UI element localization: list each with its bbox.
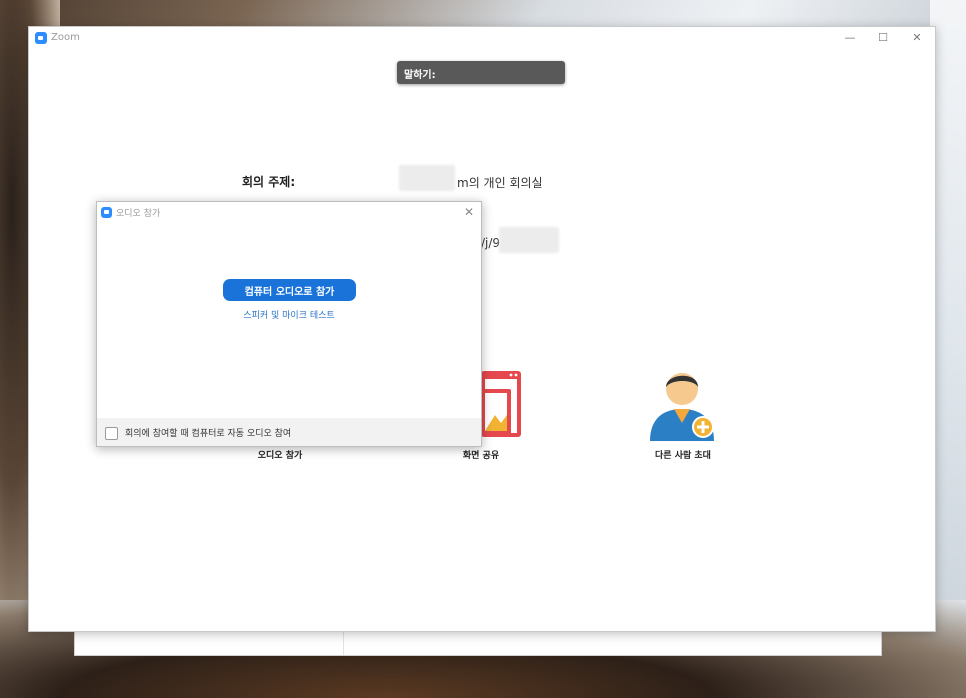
dialog-zoom-logo-icon [101,207,112,218]
invite-person-icon[interactable] [647,365,717,445]
maximize-button[interactable]: ☐ [872,30,894,46]
join-audio-label: 오디오 참가 [257,451,303,461]
title-bar: Zoom — ☐ ✕ [29,27,935,49]
redacted-name [399,165,455,191]
join-audio-dialog: 오디오 참가 ✕ 컴퓨터 오디오로 참가 스피커 및 마이크 테스트 회의에 참… [96,201,482,447]
share-screen-icon[interactable] [481,371,521,437]
window-title: Zoom [51,32,80,43]
invite-others-label: 다른 사람 초대 [655,451,711,461]
talking-indicator: 말하기: [397,61,565,84]
meeting-topic-label: 회의 주제: [242,175,296,189]
dialog-footer: 회의에 참여할 때 컴퓨터로 자동 오디오 참여 [97,418,481,446]
talking-label: 말하기: [404,70,436,81]
redacted-url [499,227,559,253]
minimize-button[interactable]: — [839,30,861,46]
test-speaker-mic-link[interactable]: 스피커 및 마이크 테스트 [189,308,389,321]
join-computer-audio-button[interactable]: 컴퓨터 오디오로 참가 [223,279,356,301]
dialog-title: 오디오 참가 [116,209,161,219]
auto-join-audio-label[interactable]: 회의에 참여할 때 컴퓨터로 자동 오디오 참여 [125,426,291,439]
share-screen-label: 화면 공유 [462,451,500,461]
close-button[interactable]: ✕ [906,30,928,46]
auto-join-audio-checkbox[interactable] [105,427,118,440]
meeting-topic-value: m의 개인 회의실 [457,176,543,190]
zoom-logo-icon [35,32,47,44]
dialog-close-button[interactable]: ✕ [461,204,477,220]
meeting-url[interactable]: /j/9 [481,236,500,250]
